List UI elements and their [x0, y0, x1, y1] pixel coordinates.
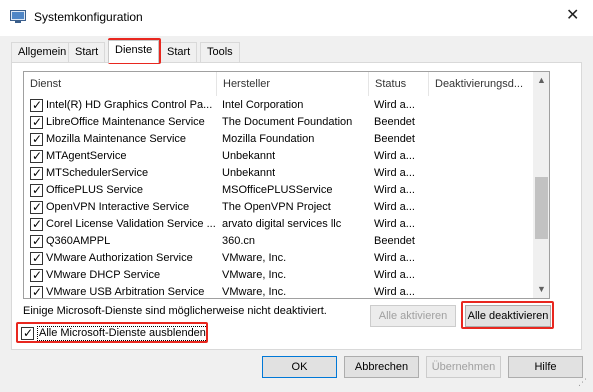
- table-row[interactable]: OfficePLUS Service MSOfficePLUSService Wir…: [24, 182, 534, 199]
- system-config-icon: [10, 10, 26, 23]
- checkbox-checked-icon[interactable]: [21, 325, 34, 341]
- enable-all-button[interactable]: Alle aktivieren: [370, 305, 456, 327]
- ok-button[interactable]: OK: [262, 356, 337, 378]
- microsoft-services-note: Einige Microsoft-Dienste sind möglicherw…: [23, 305, 327, 317]
- table-row[interactable]: Corel License Validation Service ... arva…: [24, 216, 534, 233]
- service-status: Beendet: [374, 116, 415, 128]
- service-checkbox[interactable]: [30, 114, 43, 130]
- service-checkbox[interactable]: [30, 97, 43, 113]
- service-vendor: Unbekannt: [222, 167, 276, 179]
- service-checkbox[interactable]: [30, 284, 43, 298]
- column-header-deaktivierungsdatum[interactable]: Deaktivierungsd...: [429, 72, 534, 96]
- list-header: Dienst Hersteller Status Deaktivierungsd…: [24, 72, 534, 96]
- service-vendor: VMware, Inc.: [222, 252, 287, 264]
- help-button[interactable]: Hilfe: [508, 356, 583, 378]
- service-checkbox[interactable]: [30, 267, 43, 283]
- service-vendor: 360.cn: [222, 235, 256, 247]
- service-checkbox[interactable]: [30, 233, 43, 249]
- service-checkbox[interactable]: [30, 131, 43, 147]
- service-name: OpenVPN Interactive Service: [46, 201, 190, 213]
- service-name: LibreOffice Maintenance Service: [46, 116, 205, 128]
- service-status: Wird a...: [374, 167, 415, 179]
- service-name: MTAgentService: [46, 150, 127, 162]
- table-row[interactable]: Mozilla Maintenance Service Mozilla Found…: [24, 131, 534, 148]
- window-title: Systemkonfiguration: [34, 10, 143, 24]
- table-row[interactable]: MTAgentService Unbekannt Wird a...: [24, 148, 534, 165]
- service-status: Wird a...: [374, 99, 415, 111]
- column-header-status[interactable]: Status: [369, 72, 429, 96]
- tab-autostart[interactable]: Start: [160, 42, 198, 62]
- tab-dienste-overlay: Dienste: [108, 40, 160, 63]
- tab-allgemein[interactable]: Allgemein: [11, 42, 74, 62]
- service-vendor: Mozilla Foundation: [222, 133, 315, 145]
- service-vendor: arvato digital services llc: [222, 218, 342, 230]
- service-vendor: VMware, Inc.: [222, 269, 287, 281]
- table-row[interactable]: MTSchedulerService Unbekannt Wird a...: [24, 165, 534, 182]
- service-vendor: MSOfficePLUSService: [222, 184, 333, 196]
- service-status: Wird a...: [374, 201, 415, 213]
- service-name: Mozilla Maintenance Service: [46, 133, 187, 145]
- service-status: Wird a...: [374, 252, 415, 264]
- service-status: Beendet: [374, 235, 415, 247]
- scroll-up-arrow-icon[interactable]: ▲: [533, 72, 549, 89]
- service-vendor: Intel Corporation: [222, 99, 304, 111]
- service-status: Beendet: [374, 133, 415, 145]
- service-vendor: The Document Foundation: [222, 116, 353, 128]
- services-list[interactable]: Dienst Hersteller Status Deaktivierungsd…: [23, 71, 550, 299]
- table-row[interactable]: OpenVPN Interactive Service The OpenVPN P…: [24, 199, 534, 216]
- apply-button[interactable]: Übernehmen: [426, 356, 501, 378]
- scroll-down-arrow-icon[interactable]: ▼: [533, 281, 549, 298]
- scroll-thumb[interactable]: [535, 177, 548, 239]
- close-icon[interactable]: ✕: [566, 7, 579, 25]
- table-row[interactable]: VMware Authorization Service VMware, Inc.…: [24, 250, 534, 267]
- service-checkbox[interactable]: [30, 165, 43, 181]
- hide-microsoft-services-label[interactable]: Alle Microsoft-Dienste ausblenden: [37, 326, 208, 341]
- tab-tools[interactable]: Tools: [200, 42, 240, 62]
- service-status: Wird a...: [374, 269, 415, 281]
- table-row[interactable]: VMware DHCP Service VMware, Inc. Wird a...: [24, 267, 534, 284]
- service-vendor: The OpenVPN Project: [222, 201, 331, 213]
- service-vendor: Unbekannt: [222, 150, 276, 162]
- service-checkbox[interactable]: [30, 182, 43, 198]
- column-header-hersteller[interactable]: Hersteller: [217, 72, 369, 96]
- service-name: OfficePLUS Service: [46, 184, 144, 196]
- table-row[interactable]: VMware USB Arbitration Service VMware, In…: [24, 284, 534, 298]
- service-checkbox[interactable]: [30, 148, 43, 164]
- table-row[interactable]: Intel(R) HD Graphics Control Pa... Intel …: [24, 97, 534, 114]
- service-name: Q360AMPPL: [46, 235, 111, 247]
- service-name: Intel(R) HD Graphics Control Pa...: [46, 99, 213, 111]
- table-row[interactable]: LibreOffice Maintenance Service The Docum…: [24, 114, 534, 131]
- service-name: MTSchedulerService: [46, 167, 149, 179]
- disable-all-button[interactable]: Alle deaktivieren: [465, 305, 551, 327]
- service-vendor: VMware, Inc.: [222, 286, 287, 298]
- table-row[interactable]: Q360AMPPL 360.cn Beendet: [24, 233, 534, 250]
- column-header-dienst[interactable]: Dienst: [24, 72, 217, 96]
- service-checkbox[interactable]: [30, 199, 43, 215]
- service-checkbox[interactable]: [30, 250, 43, 266]
- service-name: VMware DHCP Service: [46, 269, 161, 281]
- vertical-scrollbar[interactable]: ▲ ▼: [533, 72, 549, 298]
- cancel-button[interactable]: Abbrechen: [344, 356, 419, 378]
- service-name: VMware USB Arbitration Service: [46, 286, 205, 298]
- title-bar: Systemkonfiguration ✕: [0, 0, 593, 36]
- service-status: Wird a...: [374, 286, 415, 298]
- tab-start[interactable]: Start: [68, 42, 106, 62]
- service-status: Wird a...: [374, 184, 415, 196]
- resize-grip-icon[interactable]: ⋰: [578, 377, 590, 389]
- service-name: Corel License Validation Service ...: [46, 218, 216, 230]
- service-status: Wird a...: [374, 150, 415, 162]
- service-name: VMware Authorization Service: [46, 252, 193, 264]
- service-checkbox[interactable]: [30, 216, 43, 232]
- service-status: Wird a...: [374, 218, 415, 230]
